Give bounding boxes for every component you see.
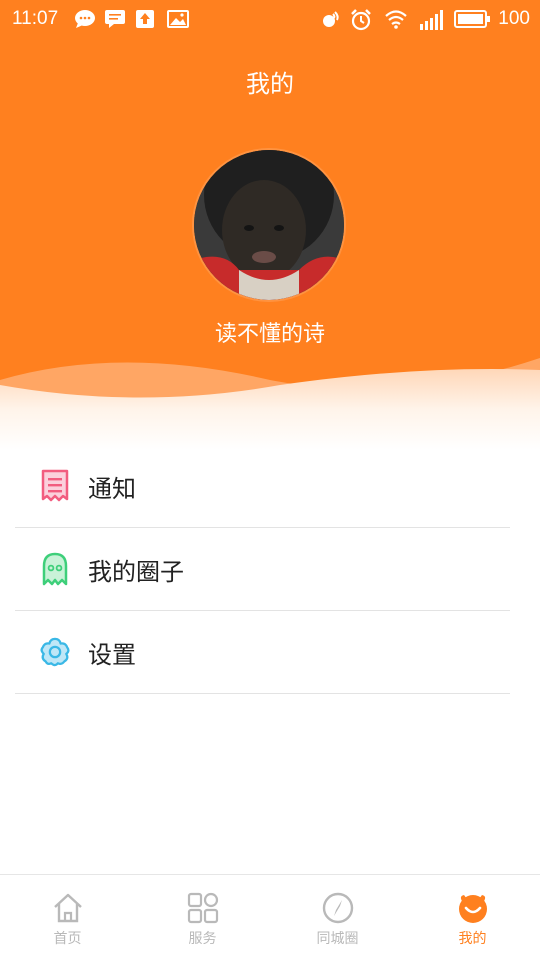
tab-home[interactable]: 首页 — [0, 875, 135, 961]
tab-local-circle[interactable]: 同城圈 — [270, 875, 405, 961]
vibrate-icon — [323, 11, 339, 27]
bottom-tab-bar: 首页 服务 同城圈 我的 — [0, 874, 540, 961]
menu-item-settings[interactable]: 设置 — [15, 611, 510, 694]
tab-label: 我的 — [458, 931, 487, 947]
menu-item-notifications[interactable]: 通知 — [15, 445, 510, 528]
wifi-icon — [385, 10, 407, 29]
tab-label: 服务 — [188, 931, 217, 947]
image-icon — [167, 10, 189, 28]
menu-item-label: 我的圈子 — [88, 557, 184, 586]
menu-item-label: 设置 — [88, 640, 136, 669]
battery-level: 100 — [498, 8, 530, 29]
grid-icon — [187, 892, 218, 924]
menu-item-label: 通知 — [88, 474, 136, 503]
menu-item-my-circle[interactable]: 我的圈子 — [15, 528, 510, 611]
tab-services[interactable]: 服务 — [135, 875, 270, 961]
smile-icon — [458, 895, 487, 923]
header-wave — [0, 358, 540, 450]
flower-gear-icon — [40, 635, 70, 669]
signal-icon — [420, 10, 443, 30]
page-title: 我的 — [246, 70, 294, 98]
alarm-icon — [351, 9, 371, 31]
status-bar: 11:07 100 — [0, 0, 540, 38]
chat-bubble-icon — [75, 10, 95, 28]
compass-icon — [322, 892, 353, 924]
tab-label: 同城圈 — [316, 931, 359, 947]
tab-mine[interactable]: 我的 — [405, 875, 540, 961]
status-time: 11:07 — [12, 8, 59, 29]
menu-list: 通知 我的圈子 设置 — [15, 445, 510, 694]
profile-header: 11:07 100 我的 读不懂的诗 — [0, 0, 540, 450]
avatar-photo — [194, 150, 344, 300]
upload-icon — [136, 10, 154, 28]
avatar[interactable] — [194, 150, 344, 300]
battery-icon — [454, 10, 490, 28]
receipt-icon — [40, 469, 70, 503]
message-icon — [105, 10, 125, 28]
ghost-icon — [40, 552, 70, 586]
tab-label: 首页 — [53, 931, 82, 947]
home-icon — [53, 893, 82, 923]
